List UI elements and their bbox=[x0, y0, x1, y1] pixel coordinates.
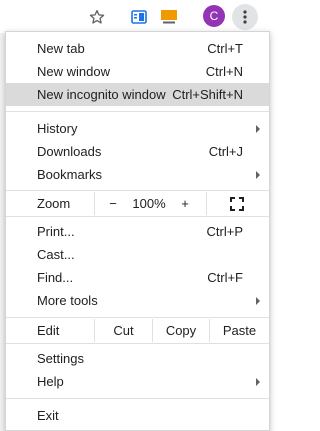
menu-item-history[interactable]: History bbox=[6, 117, 269, 140]
menu-item-new-tab[interactable]: New tab Ctrl+T bbox=[6, 37, 269, 60]
menu-item-label: Exit bbox=[37, 408, 59, 423]
menu-separator bbox=[6, 216, 269, 217]
menu-item-shortcut: Ctrl+F bbox=[207, 270, 243, 285]
zoom-in-button[interactable]: + bbox=[172, 192, 198, 215]
menu-item-downloads[interactable]: Downloads Ctrl+J bbox=[6, 140, 269, 163]
submenu-arrow-icon bbox=[256, 378, 260, 386]
menu-item-exit[interactable]: Exit bbox=[6, 404, 269, 427]
browser-menu-button[interactable] bbox=[232, 4, 258, 30]
extension-button-orange[interactable] bbox=[158, 7, 180, 27]
menu-item-label: Settings bbox=[37, 351, 84, 366]
bookmark-star-button[interactable] bbox=[86, 6, 108, 28]
menu-separator bbox=[6, 343, 269, 344]
menu-item-label: Bookmarks bbox=[37, 167, 103, 182]
browser-main-menu: New tab Ctrl+T New window Ctrl+N New inc… bbox=[5, 31, 270, 431]
menu-separator bbox=[6, 190, 269, 191]
menu-item-bookmarks[interactable]: Bookmarks bbox=[6, 163, 269, 186]
menu-item-label: History bbox=[37, 121, 78, 136]
browser-toolbar: C bbox=[0, 0, 270, 33]
zoom-level-value: 100% bbox=[132, 196, 166, 211]
menu-item-label: Print... bbox=[37, 224, 75, 239]
menu-item-settings[interactable]: Settings bbox=[6, 347, 269, 370]
paste-label: Paste bbox=[222, 323, 257, 338]
fullscreen-button[interactable] bbox=[224, 192, 250, 215]
paste-button[interactable]: Paste bbox=[210, 319, 269, 342]
menu-item-shortcut: Ctrl+Shift+N bbox=[172, 87, 243, 102]
edit-row: Edit Cut Copy Paste bbox=[6, 319, 269, 342]
fullscreen-icon bbox=[230, 196, 244, 211]
cut-button[interactable]: Cut bbox=[95, 319, 152, 342]
zoom-out-label: − bbox=[109, 196, 117, 211]
avatar-letter: C bbox=[209, 9, 219, 23]
zoom-level: 100% bbox=[128, 192, 170, 215]
submenu-arrow-icon bbox=[256, 125, 260, 133]
menu-item-more-tools[interactable]: More tools bbox=[6, 289, 269, 312]
profile-avatar-button[interactable]: C bbox=[203, 5, 225, 27]
menu-item-print[interactable]: Print... Ctrl+P bbox=[6, 220, 269, 243]
star-icon bbox=[89, 10, 105, 24]
menu-separator bbox=[6, 317, 269, 318]
menu-item-shortcut: Ctrl+N bbox=[205, 64, 243, 79]
menu-item-label: New incognito window bbox=[37, 87, 166, 102]
menu-separator bbox=[6, 111, 269, 112]
submenu-arrow-icon bbox=[256, 297, 260, 305]
copy-label: Copy bbox=[165, 323, 197, 338]
edit-label: Edit bbox=[37, 323, 60, 338]
submenu-arrow-icon bbox=[256, 171, 260, 179]
menu-item-cast[interactable]: Cast... bbox=[6, 243, 269, 266]
menu-item-label: More tools bbox=[37, 293, 98, 308]
zoom-in-label: + bbox=[181, 196, 189, 211]
zoom-divider bbox=[206, 192, 207, 215]
zoom-divider bbox=[94, 192, 95, 215]
extension-icon bbox=[161, 10, 177, 24]
menu-item-label: Cast... bbox=[37, 247, 75, 262]
cut-label: Cut bbox=[113, 323, 134, 338]
zoom-row: Zoom − 100% + bbox=[6, 192, 269, 215]
zoom-label: Zoom bbox=[37, 196, 71, 211]
menu-item-label: Downloads bbox=[37, 144, 102, 159]
extension-button-blue[interactable] bbox=[128, 7, 150, 27]
menu-item-shortcut: Ctrl+T bbox=[207, 41, 243, 56]
menu-item-find[interactable]: Find... Ctrl+F bbox=[6, 266, 269, 289]
menu-separator bbox=[6, 398, 269, 399]
extension-icon bbox=[131, 10, 147, 24]
copy-button[interactable]: Copy bbox=[153, 319, 209, 342]
menu-item-new-window[interactable]: New window Ctrl+N bbox=[6, 60, 269, 83]
menu-item-label: New window bbox=[37, 64, 110, 79]
menu-item-label: Help bbox=[37, 374, 64, 389]
menu-item-label: Find... bbox=[37, 270, 74, 285]
zoom-out-button[interactable]: − bbox=[100, 192, 126, 215]
menu-item-shortcut: Ctrl+J bbox=[208, 144, 243, 159]
menu-item-shortcut: Ctrl+P bbox=[206, 224, 243, 239]
menu-item-label: New tab bbox=[37, 41, 85, 56]
menu-item-new-incognito-window[interactable]: New incognito window Ctrl+Shift+N bbox=[6, 83, 269, 106]
more-vert-icon bbox=[243, 10, 247, 24]
menu-item-help[interactable]: Help bbox=[6, 370, 269, 393]
